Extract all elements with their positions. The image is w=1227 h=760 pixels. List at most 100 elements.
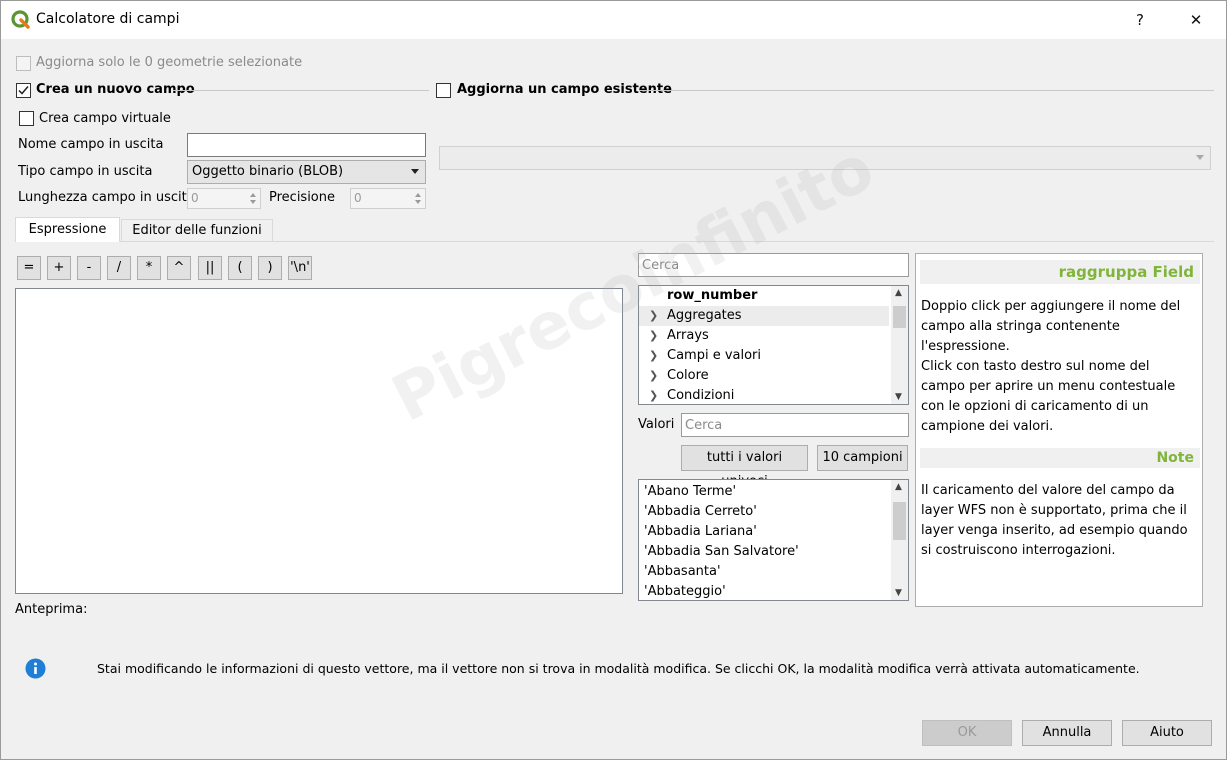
update-existing-checkbox[interactable] <box>436 83 451 98</box>
help-line: Click con tasto destro sul nome del <box>921 359 1150 374</box>
values-search-input[interactable]: Cerca <box>681 413 909 437</box>
values-search-placeholder: Cerca <box>685 418 723 433</box>
existing-field-select[interactable] <box>439 146 1211 170</box>
info-message: Stai modificando le informazioni di ques… <box>97 661 1140 676</box>
tree-item-row-number[interactable]: row_number <box>667 288 757 303</box>
virtual-field-checkbox[interactable] <box>19 111 34 126</box>
tree-item-conditions[interactable]: Condizioni <box>667 388 734 403</box>
tab-function-editor[interactable]: Editor delle funzioni <box>121 219 273 241</box>
values-label: Valori <box>638 417 675 432</box>
scroll-thumb[interactable] <box>893 502 906 540</box>
note-line: layer venga inserito, ad esempio quando <box>921 523 1188 538</box>
chevron-right-icon[interactable]: ❯ <box>649 349 658 362</box>
title-bar: Calcolatore di campi ? ✕ <box>1 1 1226 39</box>
output-length-spinbox[interactable]: 0 <box>187 188 261 209</box>
create-new-field-checkbox[interactable] <box>16 83 31 98</box>
info-icon <box>25 658 46 679</box>
help-line: campo per aprire un menu contestuale <box>921 379 1176 394</box>
virtual-field-label: Crea campo virtuale <box>39 111 171 126</box>
value-item[interactable]: 'Abbadia San Salvatore' <box>644 544 799 559</box>
values-scrollbar[interactable]: ▲ ▼ <box>891 480 908 600</box>
spin-up-icon[interactable] <box>415 193 421 197</box>
chevron-right-icon[interactable]: ❯ <box>649 329 658 342</box>
operator-newline-button[interactable]: '\n' <box>288 256 312 280</box>
values-list[interactable]: 'Abano Terme' 'Abbadia Cerreto' 'Abbadia… <box>638 479 909 601</box>
note-line: si costruiscono interrogazioni. <box>921 543 1116 558</box>
expression-editor[interactable] <box>15 288 623 594</box>
operator-close-paren-button[interactable]: ) <box>258 256 282 280</box>
function-tree-scrollbar[interactable]: ▲ ▼ <box>891 286 908 404</box>
check-icon <box>18 86 29 95</box>
precision-value: 0 <box>354 191 362 205</box>
tree-item-aggregates[interactable]: Aggregates <box>667 308 742 323</box>
value-item[interactable]: 'Abbateggio' <box>644 584 726 599</box>
precision-label: Precisione <box>269 190 336 205</box>
operator-minus-button[interactable]: - <box>77 256 101 280</box>
create-new-field-label: Crea un nuovo campo <box>36 82 195 97</box>
update-selected-label: Aggiorna solo le 0 geometrie selezionate <box>36 55 303 70</box>
close-button[interactable]: ✕ <box>1173 5 1219 35</box>
scroll-down-icon[interactable]: ▼ <box>895 392 902 402</box>
output-name-input[interactable] <box>187 133 426 157</box>
function-tree[interactable]: row_number ❯ Aggregates ❯ Arrays ❯ Campi… <box>638 285 909 405</box>
tree-item-color[interactable]: Colore <box>667 368 709 383</box>
function-search-input[interactable]: Cerca <box>638 253 909 277</box>
help-line: l'espressione. <box>921 339 1010 354</box>
note-heading: Note <box>920 448 1200 468</box>
value-item[interactable]: 'Abano Terme' <box>644 484 736 499</box>
operator-divide-button[interactable]: / <box>107 256 131 280</box>
note-body: Il caricamento del valore del campo da l… <box>921 481 1201 561</box>
output-name-label: Nome campo in uscita <box>18 137 164 152</box>
group-line <box>639 90 1214 91</box>
tab-expression[interactable]: Espressione <box>15 217 120 242</box>
help-title-button[interactable]: ? <box>1117 5 1163 35</box>
chevron-down-icon <box>1196 155 1204 160</box>
help-line: Doppio click per aggiungere il nome del <box>921 299 1181 314</box>
scroll-down-icon[interactable]: ▼ <box>895 588 902 598</box>
chevron-right-icon[interactable]: ❯ <box>649 389 658 402</box>
ten-samples-button[interactable]: 10 campioni <box>817 445 908 471</box>
help-line: con le opzioni di caricamento di un <box>921 399 1149 414</box>
field-calculator-dialog: Calcolatore di campi ? ✕ Aggiorna solo l… <box>0 0 1227 760</box>
update-selected-checkbox[interactable] <box>16 56 31 71</box>
tree-item-fields-values[interactable]: Campi e valori <box>667 348 761 363</box>
help-button[interactable]: Aiuto <box>1122 720 1212 746</box>
operator-plus-button[interactable]: + <box>47 256 71 280</box>
note-line: Il caricamento del valore del campo da <box>921 483 1175 498</box>
spin-down-icon[interactable] <box>250 200 256 204</box>
value-item[interactable]: 'Abbasanta' <box>644 564 721 579</box>
group-line <box>173 90 429 91</box>
chevron-right-icon[interactable]: ❯ <box>649 369 658 382</box>
operator-concat-button[interactable]: || <box>198 256 222 280</box>
help-line: campo alla stringa contenente <box>921 319 1120 334</box>
preview-label: Anteprima: <box>15 602 88 617</box>
precision-spinbox[interactable]: 0 <box>350 188 426 209</box>
operator-equals-button[interactable]: = <box>17 256 41 280</box>
operator-power-button[interactable]: ^ <box>167 256 191 280</box>
function-search-placeholder: Cerca <box>642 258 680 273</box>
value-item[interactable]: 'Abbadia Cerreto' <box>644 504 757 519</box>
chevron-down-icon <box>411 169 419 174</box>
scroll-up-icon[interactable]: ▲ <box>895 482 902 492</box>
scroll-thumb[interactable] <box>893 306 906 328</box>
qgis-logo-icon <box>11 10 30 29</box>
spin-up-icon[interactable] <box>250 193 256 197</box>
output-type-label: Tipo campo in uscita <box>18 164 153 179</box>
chevron-right-icon[interactable]: ❯ <box>649 309 658 322</box>
cancel-button[interactable]: Annulla <box>1022 720 1112 746</box>
ok-button[interactable]: OK <box>922 720 1012 746</box>
output-type-select[interactable]: Oggetto binario (BLOB) <box>187 160 426 184</box>
all-unique-values-button[interactable]: tutti i valori univoci <box>681 445 808 489</box>
tab-baseline <box>15 241 1214 242</box>
help-line: campione dei valori. <box>921 419 1054 434</box>
value-item[interactable]: 'Abbadia Lariana' <box>644 524 757 539</box>
help-body: Doppio click per aggiungere il nome del … <box>921 297 1201 437</box>
help-heading: raggruppa Field <box>920 260 1200 284</box>
spin-down-icon[interactable] <box>415 200 421 204</box>
operator-open-paren-button[interactable]: ( <box>228 256 252 280</box>
help-panel: raggruppa Field Doppio click per aggiung… <box>915 253 1203 607</box>
operator-multiply-button[interactable]: * <box>137 256 161 280</box>
tree-item-arrays[interactable]: Arrays <box>667 328 709 343</box>
note-line: layer WFS non è supportato, prima che il <box>921 503 1187 518</box>
scroll-up-icon[interactable]: ▲ <box>895 288 902 298</box>
